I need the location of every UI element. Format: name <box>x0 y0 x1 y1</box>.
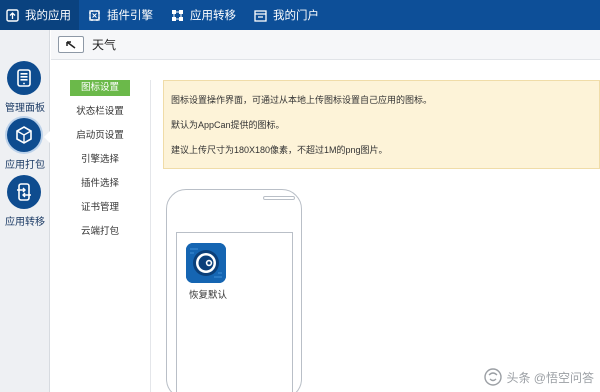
topnav-my-portal[interactable]: 我的门户 <box>245 0 328 30</box>
page-header: 天气 <box>51 30 600 60</box>
divider <box>150 80 151 392</box>
topnav-label: 我的应用 <box>25 10 71 22</box>
phone-speaker <box>263 196 295 200</box>
topnav-label: 插件引擎 <box>107 10 153 22</box>
menu-item-engine-select[interactable]: 引擎选择 <box>70 152 130 168</box>
menu-item-statusbar-settings[interactable]: 状态栏设置 <box>70 104 130 120</box>
sidebar-label: 应用转移 <box>5 217 45 228</box>
settings-menu: 图标设置 状态栏设置 启动页设置 引擎选择 插件选择 证书管理 云端打包 <box>66 80 132 248</box>
topnav-label: 我的门户 <box>273 10 319 22</box>
topnav-label: 应用转移 <box>190 10 236 22</box>
appcan-default-icon[interactable] <box>186 243 226 283</box>
sidebar-item-transfer[interactable]: 应用转移 <box>0 175 50 231</box>
sidebar-item-dashboard[interactable]: 管理面板 <box>0 61 50 117</box>
info-line: 图标设置操作界面，可通过从本地上传图标设置自己应用的图标。 <box>171 95 433 105</box>
my-apps-icon <box>6 8 19 22</box>
sidebar-label: 管理面板 <box>5 103 45 114</box>
restore-default-link[interactable]: 恢复默认 <box>183 287 233 301</box>
app-transfer-icon <box>171 9 184 22</box>
dashboard-icon <box>7 61 41 95</box>
topnav-my-apps[interactable]: 我的应用 <box>0 0 79 30</box>
menu-item-plugin-select[interactable]: 插件选择 <box>70 176 130 192</box>
sidebar-item-package[interactable]: 应用打包 <box>0 118 51 174</box>
watermark: 头条 @悟空问答 <box>484 368 594 386</box>
info-line: 默认为AppCan提供的图标。 <box>171 120 285 130</box>
info-line: 建议上传尺寸为180X180像素，不超过1M的png图片。 <box>171 145 388 155</box>
transfer-icon <box>7 175 41 209</box>
watermark-logo-icon <box>484 368 503 386</box>
top-navigation-bar: 我的应用 插件引擎 应用转移 我的门户 <box>0 0 600 30</box>
my-portal-icon <box>254 9 267 22</box>
info-notice: 图标设置操作界面，可通过从本地上传图标设置自己应用的图标。 默认为AppCan提… <box>163 80 600 169</box>
sidebar-label: 应用打包 <box>5 160 45 171</box>
watermark-text: 头条 @悟空问答 <box>506 370 594 385</box>
topnav-app-transfer[interactable]: 应用转移 <box>162 0 245 30</box>
back-button[interactable] <box>58 36 84 53</box>
active-pointer <box>44 130 51 144</box>
menu-item-certificate[interactable]: 证书管理 <box>70 200 130 216</box>
phone-preview: 恢复默认 <box>166 189 302 392</box>
back-arrow-icon <box>66 40 76 49</box>
menu-item-icon-settings[interactable]: 图标设置 <box>70 80 130 96</box>
page-title: 天气 <box>92 38 117 52</box>
plugin-engine-icon <box>88 9 101 22</box>
topnav-plugin-engine[interactable]: 插件引擎 <box>79 0 162 30</box>
menu-item-cloud-package[interactable]: 云端打包 <box>70 224 130 240</box>
menu-item-launch-settings[interactable]: 启动页设置 <box>70 128 130 144</box>
left-sidebar: 管理面板 应用打包 应用转移 <box>0 30 51 392</box>
package-icon <box>7 118 41 152</box>
phone-screen: 恢复默认 <box>176 232 293 392</box>
